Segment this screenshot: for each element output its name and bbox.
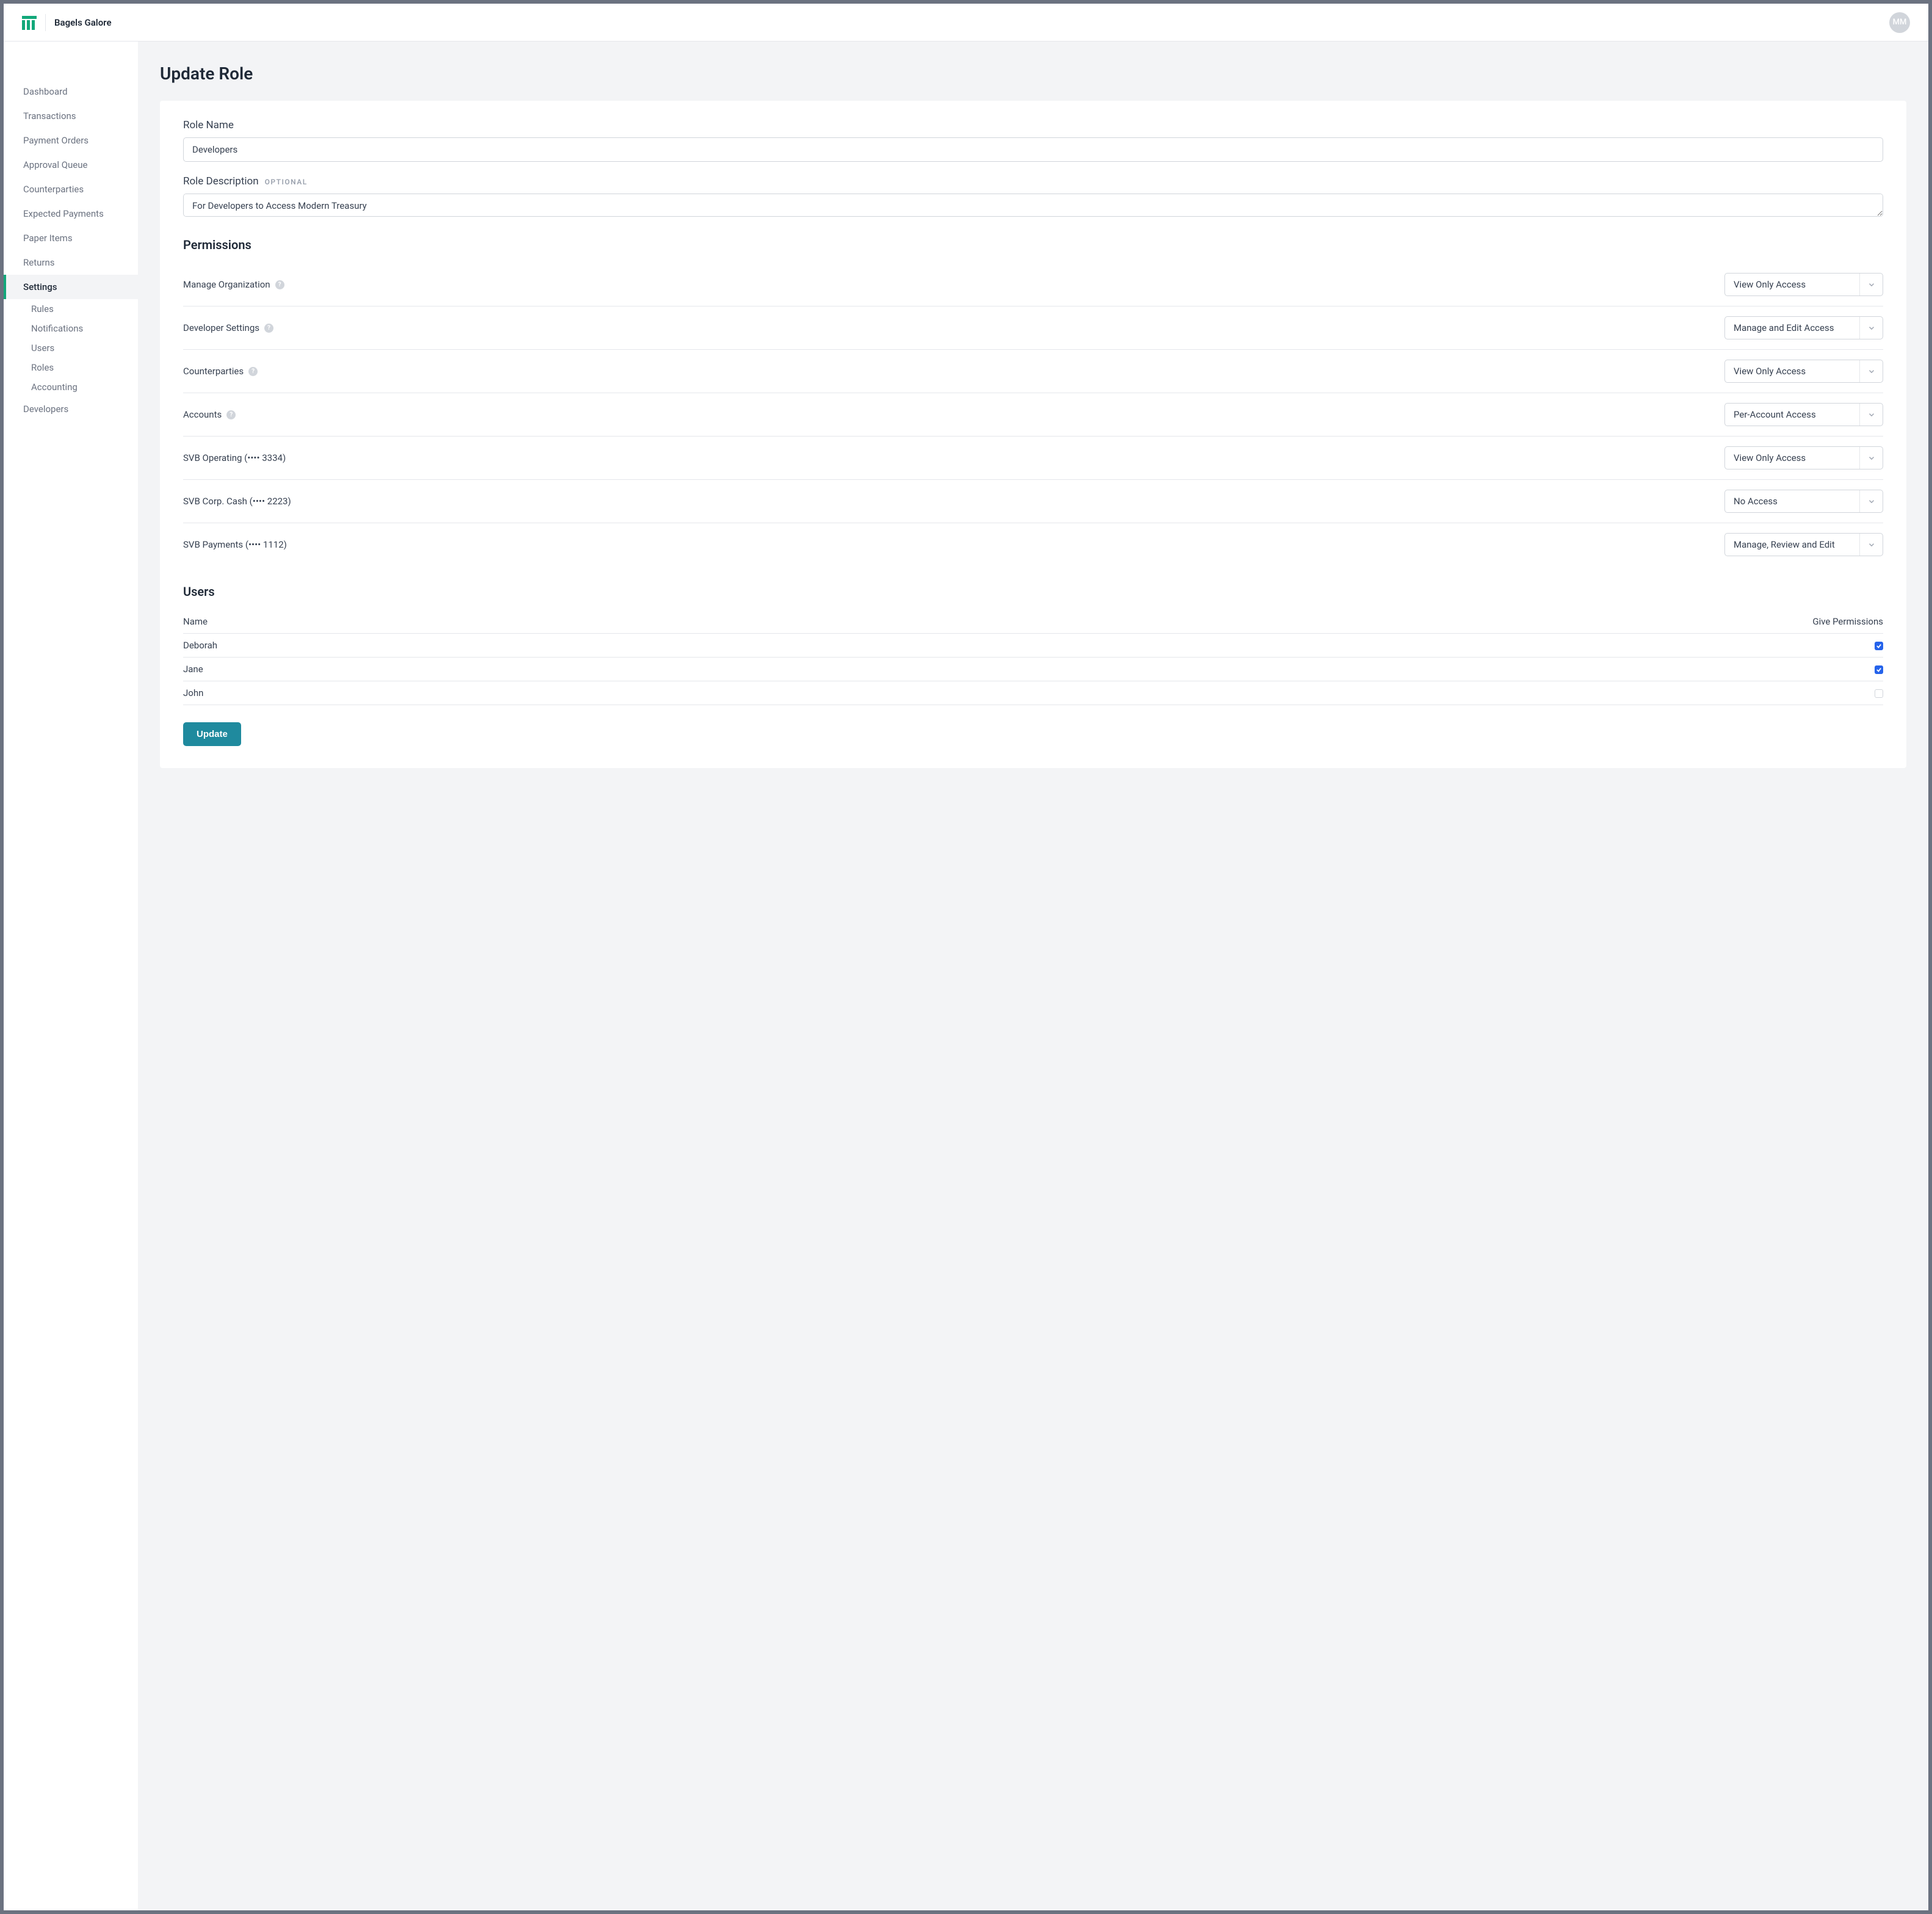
permission-label: Accounts [183,409,222,420]
permission-row: Counterparties? View Only Access [183,350,1883,393]
user-name-cell: John [183,681,738,705]
give-permissions-checkbox[interactable] [1875,642,1883,650]
role-description-label: Role Description [183,175,259,187]
page-title: Update Role [160,63,1906,84]
users-table: Name Give Permissions DeborahJaneJohn [183,610,1883,705]
permission-row: SVB Operating (•••• 3334) View Only Acces… [183,437,1883,480]
permission-select[interactable]: View Only Access [1724,360,1883,383]
permission-select[interactable]: Manage and Edit Access [1724,316,1883,339]
permission-row: Developer Settings? Manage and Edit Acces… [183,306,1883,350]
help-icon[interactable]: ? [226,410,236,419]
user-name-cell: Deborah [183,634,738,658]
chevron-down-icon [1859,274,1883,295]
table-row: Deborah [183,634,1883,658]
permission-row: Accounts? Per-Account Access [183,393,1883,437]
give-permissions-checkbox[interactable] [1875,665,1883,674]
sidebar-item-approval-queue[interactable]: Approval Queue [4,153,138,177]
sidebar-item-expected-payments[interactable]: Expected Payments [4,201,138,226]
optional-tag: OPTIONAL [265,178,308,186]
chevron-down-icon [1859,447,1883,469]
role-name-label: Role Name [183,119,1883,131]
sidebar-item-paper-items[interactable]: Paper Items [4,226,138,250]
permission-select[interactable]: Manage, Review and Edit [1724,533,1883,556]
permission-select-value: View Only Access [1725,447,1859,469]
sidebar-item-transactions[interactable]: Transactions [4,104,138,128]
sidebar-item-dashboard[interactable]: Dashboard [4,79,138,104]
users-col-name: Name [183,610,738,634]
user-name-cell: Jane [183,658,738,681]
sidebar-sub-rules[interactable]: Rules [4,299,138,319]
sidebar-item-counterparties[interactable]: Counterparties [4,177,138,201]
permission-label: Developer Settings [183,322,259,333]
sidebar-sub-notifications[interactable]: Notifications [4,319,138,338]
permission-select-value: View Only Access [1725,360,1859,382]
logo-icon[interactable] [22,15,37,30]
chevron-down-icon [1859,360,1883,382]
sidebar-sub-users[interactable]: Users [4,338,138,358]
permission-label: Manage Organization [183,279,270,290]
users-col-give: Give Permissions [738,610,1883,634]
sidebar-item-returns[interactable]: Returns [4,250,138,275]
role-description-input[interactable] [183,194,1883,217]
chevron-down-icon [1859,534,1883,556]
permission-select-value: Manage and Edit Access [1725,317,1859,339]
permission-select-value: View Only Access [1725,274,1859,295]
help-icon[interactable]: ? [248,367,258,376]
header-divider [45,14,46,31]
permission-row: SVB Payments (•••• 1112) Manage, Review a… [183,523,1883,566]
permissions-heading: Permissions [183,237,1883,252]
sidebar-item-settings[interactable]: Settings [4,275,138,299]
give-permissions-checkbox[interactable] [1875,689,1883,698]
help-icon[interactable]: ? [275,280,284,289]
org-name[interactable]: Bagels Galore [54,17,112,28]
sidebar-item-developers[interactable]: Developers [4,397,138,421]
app-header: Bagels Galore MM [4,4,1928,42]
table-row: John [183,681,1883,705]
sidebar-item-payment-orders[interactable]: Payment Orders [4,128,138,153]
help-icon[interactable]: ? [264,324,273,333]
permission-select-value: Manage, Review and Edit [1725,534,1859,556]
update-button[interactable]: Update [183,722,241,746]
permission-label: SVB Operating (•••• 3334) [183,452,286,463]
permission-label: SVB Corp. Cash (•••• 2223) [183,496,291,507]
chevron-down-icon [1859,404,1883,426]
sidebar-sub-accounting[interactable]: Accounting [4,377,138,397]
sidebar: Dashboard Transactions Payment Orders Ap… [4,42,138,1910]
permission-row: Manage Organization? View Only Access [183,263,1883,306]
permission-label: SVB Payments (•••• 1112) [183,539,287,550]
permission-select-value: No Access [1725,490,1859,512]
permission-select[interactable]: View Only Access [1724,273,1883,296]
permission-label: Counterparties [183,366,244,377]
chevron-down-icon [1859,317,1883,339]
permission-row: SVB Corp. Cash (•••• 2223) No Access [183,480,1883,523]
main-content: Update Role Role Name Role Description O… [138,42,1928,1910]
role-name-input[interactable] [183,137,1883,162]
permission-select[interactable]: View Only Access [1724,446,1883,469]
permission-select-value: Per-Account Access [1725,404,1859,426]
permission-select[interactable]: No Access [1724,490,1883,513]
permission-select[interactable]: Per-Account Access [1724,403,1883,426]
users-heading: Users [183,584,1883,599]
avatar[interactable]: MM [1889,12,1910,33]
table-row: Jane [183,658,1883,681]
sidebar-sub-roles[interactable]: Roles [4,358,138,377]
chevron-down-icon [1859,490,1883,512]
form-card: Role Name Role Description OPTIONAL Perm… [160,101,1906,768]
